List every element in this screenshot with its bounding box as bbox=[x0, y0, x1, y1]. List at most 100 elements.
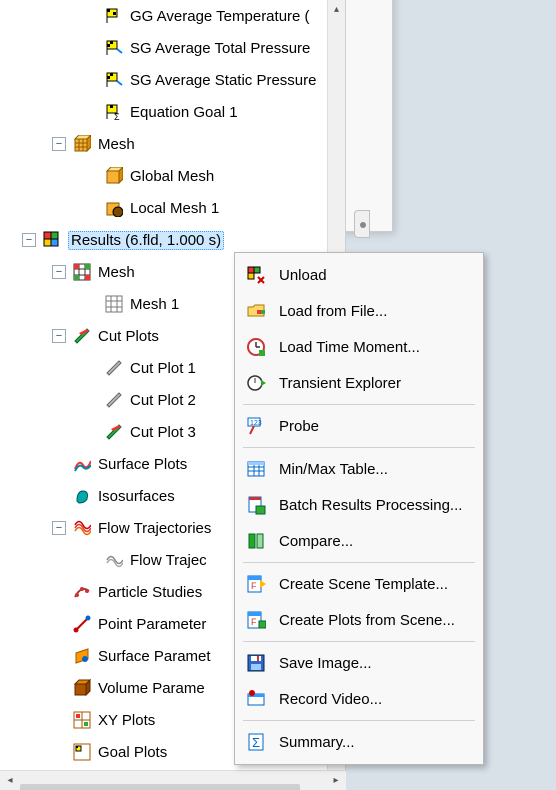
tree-item-label: Local Mesh 1 bbox=[130, 200, 219, 217]
collapse-icon[interactable]: − bbox=[52, 265, 66, 279]
menu-separator bbox=[243, 720, 475, 721]
tree-item-label: Cut Plot 2 bbox=[130, 392, 196, 409]
results-context-menu: Unload Load from File... Load Time Momen… bbox=[234, 252, 484, 765]
tree-item-label: Flow Trajectories bbox=[98, 520, 211, 537]
svg-text:123: 123 bbox=[250, 420, 262, 427]
flow-trajectory-icon bbox=[72, 518, 92, 538]
menu-item-create-plots-from-scene[interactable]: F Create Plots from Scene... bbox=[237, 602, 481, 638]
tree-item-label: Surface Plots bbox=[98, 456, 187, 473]
surface-plot-icon bbox=[72, 454, 92, 474]
tree-item-label: Surface Paramet bbox=[98, 648, 211, 665]
cut-plot-gray-icon bbox=[104, 390, 124, 410]
collapse-icon[interactable]: − bbox=[22, 233, 36, 247]
tree-item-mesh[interactable]: − Mesh bbox=[0, 128, 345, 160]
results-icon bbox=[42, 230, 62, 250]
tree-item-label: Flow Trajec bbox=[130, 552, 207, 569]
collapse-icon[interactable]: − bbox=[52, 329, 66, 343]
menu-item-label: Batch Results Processing... bbox=[279, 497, 462, 514]
menu-item-save-image[interactable]: Save Image... bbox=[237, 645, 481, 681]
menu-item-label: Create Scene Template... bbox=[279, 576, 448, 593]
particle-icon bbox=[72, 582, 92, 602]
horizontal-scrollbar[interactable]: ◂ ▸ bbox=[0, 770, 346, 790]
scroll-right-icon[interactable]: ▸ bbox=[326, 771, 346, 790]
tree-item-label: Point Parameter bbox=[98, 616, 206, 633]
menu-item-batch-results[interactable]: Batch Results Processing... bbox=[237, 487, 481, 523]
tree-item-label: Particle Studies bbox=[98, 584, 202, 601]
xy-plot-icon bbox=[72, 710, 92, 730]
menu-item-label: Compare... bbox=[279, 533, 353, 550]
scroll-thumb[interactable] bbox=[20, 784, 300, 790]
tree-item-label: Mesh 1 bbox=[130, 296, 179, 313]
menu-item-record-video[interactable]: Record Video... bbox=[237, 681, 481, 717]
folder-load-icon bbox=[245, 300, 267, 322]
tree-item-global-mesh[interactable]: Global Mesh bbox=[0, 160, 345, 192]
tree-item-label: Isosurfaces bbox=[98, 488, 175, 505]
cut-plot-icon bbox=[104, 422, 124, 442]
tree-item-label: SG Average Total Pressure bbox=[130, 40, 310, 57]
flow-trajectory-gray-icon bbox=[104, 550, 124, 570]
tree-item-label: Results (6.fld, 1.000 s) bbox=[68, 231, 224, 250]
goal-plot-icon bbox=[72, 742, 92, 762]
mesh-box-icon bbox=[104, 166, 124, 186]
compare-icon bbox=[245, 530, 267, 552]
tree-item-label: SG Average Static Pressure bbox=[130, 72, 316, 89]
surface-parameter-icon bbox=[72, 646, 92, 666]
tree-item-label: Goal Plots bbox=[98, 744, 167, 761]
mesh-grid-gray-icon bbox=[104, 294, 124, 314]
clock-load-icon bbox=[245, 336, 267, 358]
collapse-icon[interactable]: − bbox=[52, 521, 66, 535]
menu-separator bbox=[243, 447, 475, 448]
plots-from-scene-icon: F bbox=[245, 609, 267, 631]
menu-item-minmax-table[interactable]: Min/Max Table... bbox=[237, 451, 481, 487]
batch-icon bbox=[245, 494, 267, 516]
flag-blue-icon bbox=[104, 38, 124, 58]
svg-text:F: F bbox=[251, 617, 257, 627]
menu-item-transient-explorer[interactable]: Transient Explorer bbox=[237, 365, 481, 401]
tree-item-label: Cut Plot 3 bbox=[130, 424, 196, 441]
menu-item-label: Record Video... bbox=[279, 691, 382, 708]
menu-item-unload[interactable]: Unload bbox=[237, 257, 481, 293]
flag-blue-icon bbox=[104, 70, 124, 90]
menu-item-create-scene-template[interactable]: F Create Scene Template... bbox=[237, 566, 481, 602]
tree-item-goal[interactable]: SG Average Total Pressure bbox=[0, 32, 345, 64]
menu-item-label: Transient Explorer bbox=[279, 375, 401, 392]
tree-item-label: Mesh bbox=[98, 264, 135, 281]
menu-item-label: Create Plots from Scene... bbox=[279, 612, 455, 629]
tree-item-label: Cut Plot 1 bbox=[130, 360, 196, 377]
probe-icon: 123 bbox=[245, 415, 267, 437]
tree-item-local-mesh[interactable]: Local Mesh 1 bbox=[0, 192, 345, 224]
tree-item-goal[interactable]: GG Average Temperature ( bbox=[0, 0, 345, 32]
svg-text:Σ: Σ bbox=[252, 735, 260, 750]
unload-icon bbox=[245, 264, 267, 286]
tree-item-equation-goal[interactable]: Σ Equation Goal 1 bbox=[0, 96, 345, 128]
isosurface-icon bbox=[72, 486, 92, 506]
tree-item-label: GG Average Temperature ( bbox=[130, 8, 310, 25]
tree-item-label: Equation Goal 1 bbox=[130, 104, 238, 121]
menu-item-label: Min/Max Table... bbox=[279, 461, 388, 478]
flag-sigma-icon: Σ bbox=[104, 102, 124, 122]
menu-item-label: Summary... bbox=[279, 734, 355, 751]
menu-item-probe[interactable]: 123 Probe bbox=[237, 408, 481, 444]
collapse-icon[interactable]: − bbox=[52, 137, 66, 151]
menu-item-label: Probe bbox=[279, 418, 319, 435]
tree-item-label: Global Mesh bbox=[130, 168, 214, 185]
volume-parameter-icon bbox=[72, 678, 92, 698]
menu-separator bbox=[243, 641, 475, 642]
viewport-tab-nub[interactable] bbox=[354, 210, 370, 238]
cut-plot-gray-icon bbox=[104, 358, 124, 378]
flag-icon bbox=[104, 6, 124, 26]
point-parameter-icon bbox=[72, 614, 92, 634]
tree-item-label: XY Plots bbox=[98, 712, 155, 729]
tree-item-label: Cut Plots bbox=[98, 328, 159, 345]
menu-item-compare[interactable]: Compare... bbox=[237, 523, 481, 559]
tree-item-goal[interactable]: SG Average Static Pressure bbox=[0, 64, 345, 96]
menu-item-label: Save Image... bbox=[279, 655, 372, 672]
table-icon bbox=[245, 458, 267, 480]
scroll-left-icon[interactable]: ◂ bbox=[0, 771, 20, 790]
summary-icon: Σ bbox=[245, 731, 267, 753]
mesh-grid-icon bbox=[72, 262, 92, 282]
menu-item-summary[interactable]: Σ Summary... bbox=[237, 724, 481, 760]
menu-item-load-time-moment[interactable]: Load Time Moment... bbox=[237, 329, 481, 365]
menu-item-load-from-file[interactable]: Load from File... bbox=[237, 293, 481, 329]
transient-icon bbox=[245, 372, 267, 394]
